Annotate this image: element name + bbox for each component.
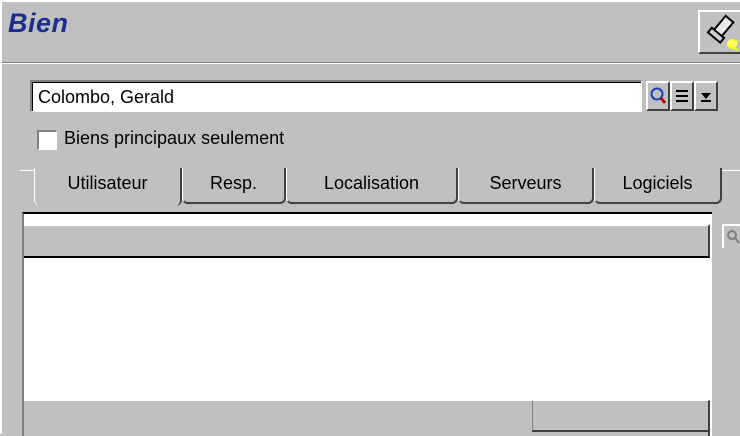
tab-serveurs[interactable]: Serveurs [458,168,594,204]
user-field[interactable]: Colombo, Gerald [30,80,642,112]
title-separator [2,62,740,64]
list-button[interactable] [670,81,694,111]
grid-header [24,224,710,258]
grid-search-button[interactable] [722,224,740,248]
tab-resp[interactable]: Resp. [182,168,286,204]
list-icon [674,88,690,104]
dropdown-button[interactable] [694,81,718,111]
flashlight-icon [700,12,740,52]
magnifier-icon [726,229,740,245]
main-assets-only-label: Biens principaux seulement [64,128,285,148]
window-title: Bien [8,8,69,38]
tab-localisation[interactable]: Localisation [286,168,458,204]
grid-footer-cell [532,400,710,432]
main-assets-only-checkbox[interactable] [37,130,57,150]
tab-logiciels[interactable]: Logiciels [594,168,722,204]
magnifier-icon [649,86,667,106]
dropdown-arrow-icon [699,89,713,103]
search-button[interactable] [646,81,670,111]
tab-utilisateur[interactable]: Utilisateur [34,168,182,206]
flashlight-button[interactable] [698,10,740,54]
window: Bien Colombo, Gerald Biens principaux se… [0,0,740,436]
